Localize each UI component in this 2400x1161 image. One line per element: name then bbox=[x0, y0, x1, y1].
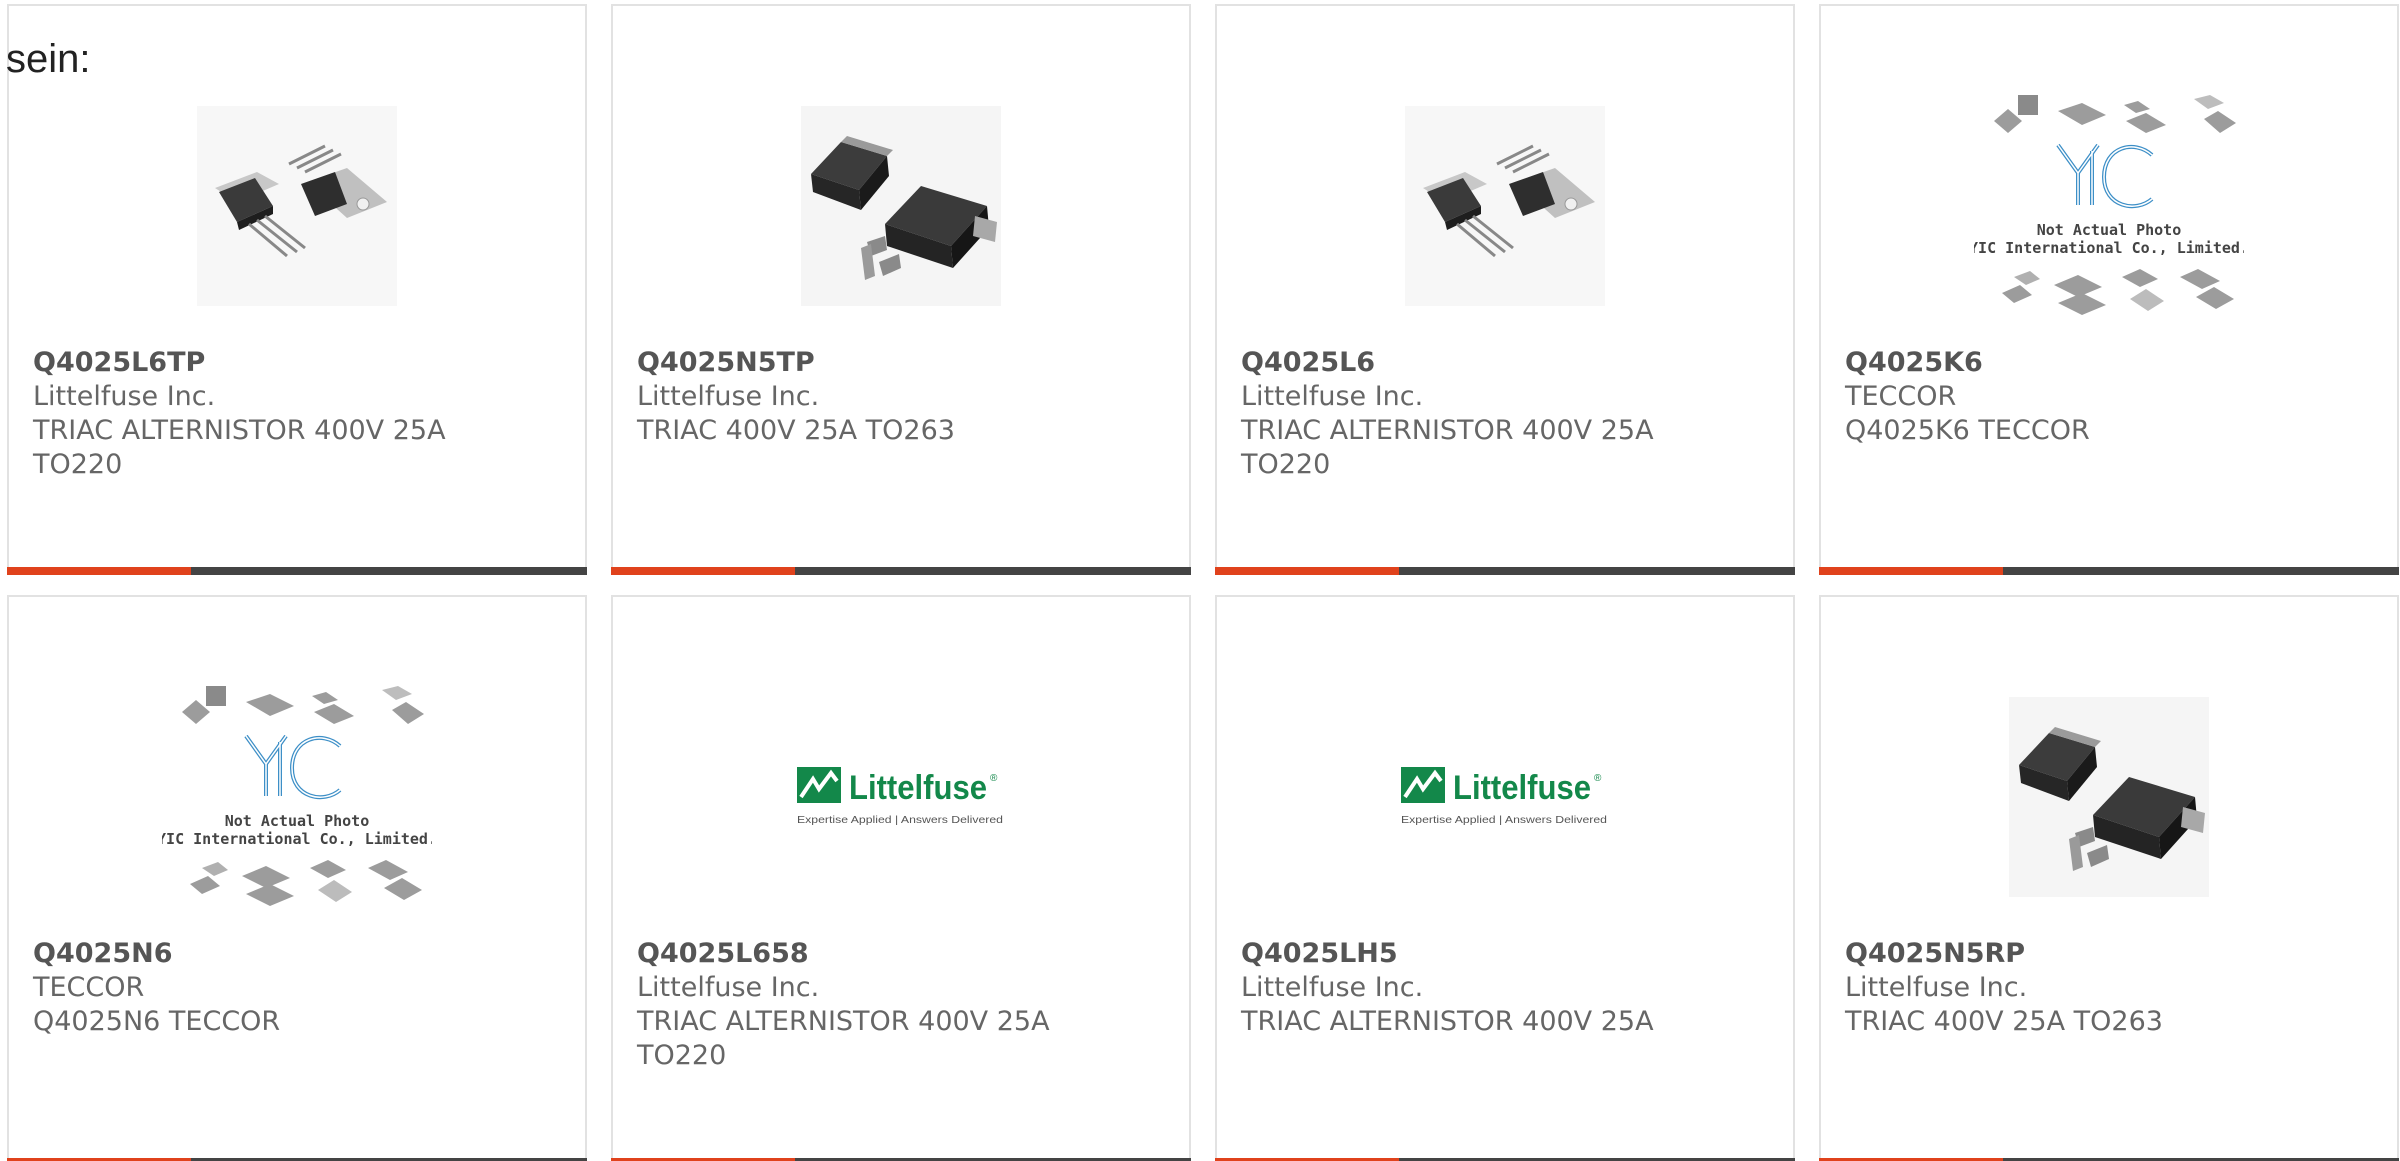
product-description: TRIAC ALTERNISTOR 400V 25A TO220 bbox=[637, 1006, 1050, 1071]
part-number-link[interactable]: Q4025L658 bbox=[637, 937, 1165, 971]
product-card[interactable]: Q4025L6 Littelfuse Inc. TRIAC ALTERNISTO… bbox=[1215, 4, 1795, 575]
manufacturer-name: Littelfuse Inc. bbox=[1241, 972, 1424, 1003]
product-card[interactable]: Q4025N5TP Littelfuse Inc. TRIAC 400V 25A… bbox=[611, 4, 1191, 575]
product-description: TRIAC ALTERNISTOR 400V 25A TO220 bbox=[33, 415, 446, 480]
part-number-link[interactable]: Q4025LH5 bbox=[1241, 937, 1769, 971]
product-card[interactable]: Littelfuse ® Expertise Applied | Answers… bbox=[611, 595, 1191, 1161]
card-bar-accent bbox=[7, 567, 191, 575]
part-number-link[interactable]: Q4025K6 bbox=[1845, 346, 2373, 380]
product-card[interactable]: Q4025N5RP Littelfuse Inc. TRIAC 400V 25A… bbox=[1819, 595, 2399, 1161]
card-bottom-bar bbox=[1215, 567, 1795, 575]
littelfuse-logo-tagline: Expertise Applied | Answers Delivered bbox=[1401, 814, 1607, 826]
part-number-link[interactable]: Q4025L6TP bbox=[33, 346, 561, 380]
product-description: TRIAC 400V 25A TO263 bbox=[637, 415, 955, 446]
product-description: Q4025N6 TECCOR bbox=[33, 1006, 281, 1037]
product-grid: Q4025L6TP Littelfuse Inc. TRIAC ALTERNIS… bbox=[7, 4, 2400, 1161]
yic-placeholder-image[interactable]: Not Actual Photo YIC International Co., … bbox=[1821, 66, 2397, 346]
part-number-link[interactable]: Q4025N5TP bbox=[637, 346, 1165, 380]
littelfuse-logo-mark: ® bbox=[990, 773, 998, 784]
manufacturer-name: TECCOR bbox=[33, 972, 145, 1003]
card-bar-accent bbox=[1819, 567, 2003, 575]
littelfuse-logo-name: Littelfuse bbox=[849, 769, 987, 807]
to220-package-image[interactable] bbox=[1217, 66, 1793, 346]
product-info: Q4025L6TP Littelfuse Inc. TRIAC ALTERNIS… bbox=[33, 346, 561, 482]
card-bar-accent bbox=[611, 567, 795, 575]
littelfuse-logo-tagline: Expertise Applied | Answers Delivered bbox=[797, 814, 1003, 826]
yic-placeholder-image[interactable]: Not Actual Photo YIC International Co., … bbox=[9, 657, 585, 937]
part-number-link[interactable]: Q4025L6 bbox=[1241, 346, 1769, 380]
part-number-link[interactable]: Q4025N5RP bbox=[1845, 937, 2373, 971]
product-card[interactable]: Not Actual Photo YIC International Co., … bbox=[7, 595, 587, 1161]
littelfuse-logo-image[interactable]: Littelfuse ® Expertise Applied | Answers… bbox=[613, 657, 1189, 937]
product-card[interactable]: Littelfuse ® Expertise Applied | Answers… bbox=[1215, 595, 1795, 1161]
to220-package-image[interactable] bbox=[9, 66, 585, 346]
product-description: TRIAC ALTERNISTOR 400V 25A TO220 bbox=[1241, 415, 1654, 480]
part-number-link[interactable]: Q4025N6 bbox=[33, 937, 561, 971]
product-card[interactable]: Q4025L6TP Littelfuse Inc. TRIAC ALTERNIS… bbox=[7, 4, 587, 575]
product-info: Q4025N5RP Littelfuse Inc. TRIAC 400V 25A… bbox=[1845, 937, 2373, 1039]
card-bar-accent bbox=[1215, 567, 1399, 575]
manufacturer-name: Littelfuse Inc. bbox=[1241, 381, 1424, 412]
yic-image-text-1: Not Actual Photo bbox=[2037, 221, 2182, 239]
product-info: Q4025L658 Littelfuse Inc. TRIAC ALTERNIS… bbox=[637, 937, 1165, 1073]
product-description: Q4025K6 TECCOR bbox=[1845, 415, 2090, 446]
product-info: Q4025LH5 Littelfuse Inc. TRIAC ALTERNIST… bbox=[1241, 937, 1769, 1039]
product-info: Q4025K6 TECCOR Q4025K6 TECCOR bbox=[1845, 346, 2373, 448]
to263-package-image[interactable] bbox=[1821, 657, 2397, 937]
card-bottom-bar bbox=[611, 567, 1191, 575]
manufacturer-name: Littelfuse Inc. bbox=[1845, 972, 2028, 1003]
littelfuse-logo-mark: ® bbox=[1594, 773, 1602, 784]
manufacturer-name: Littelfuse Inc. bbox=[33, 381, 216, 412]
manufacturer-name: Littelfuse Inc. bbox=[637, 972, 820, 1003]
product-description: TRIAC 400V 25A TO263 bbox=[1845, 1006, 2163, 1037]
yic-image-text-2: YIC International Co., Limited. bbox=[162, 830, 432, 848]
manufacturer-name: TECCOR bbox=[1845, 381, 1957, 412]
product-description: TRIAC ALTERNISTOR 400V 25A bbox=[1241, 1006, 1654, 1037]
product-grid-page: sein: Q4025L6TP Littelfuse Inc. TRIAC AL… bbox=[0, 0, 2400, 1161]
littelfuse-logo-name: Littelfuse bbox=[1453, 769, 1591, 807]
product-info: Q4025L6 Littelfuse Inc. TRIAC ALTERNISTO… bbox=[1241, 346, 1769, 482]
manufacturer-name: Littelfuse Inc. bbox=[637, 381, 820, 412]
intro-text: sein: bbox=[6, 37, 91, 81]
to263-package-image[interactable] bbox=[613, 66, 1189, 346]
product-info: Q4025N6 TECCOR Q4025N6 TECCOR bbox=[33, 937, 561, 1039]
yic-image-text-2: YIC International Co., Limited. bbox=[1974, 239, 2244, 257]
yic-image-text-1: Not Actual Photo bbox=[225, 812, 370, 830]
product-card[interactable]: Not Actual Photo YIC International Co., … bbox=[1819, 4, 2399, 575]
card-bottom-bar bbox=[7, 567, 587, 575]
card-bottom-bar bbox=[1819, 567, 2399, 575]
product-info: Q4025N5TP Littelfuse Inc. TRIAC 400V 25A… bbox=[637, 346, 1165, 448]
littelfuse-logo-image[interactable]: Littelfuse ® Expertise Applied | Answers… bbox=[1217, 657, 1793, 937]
